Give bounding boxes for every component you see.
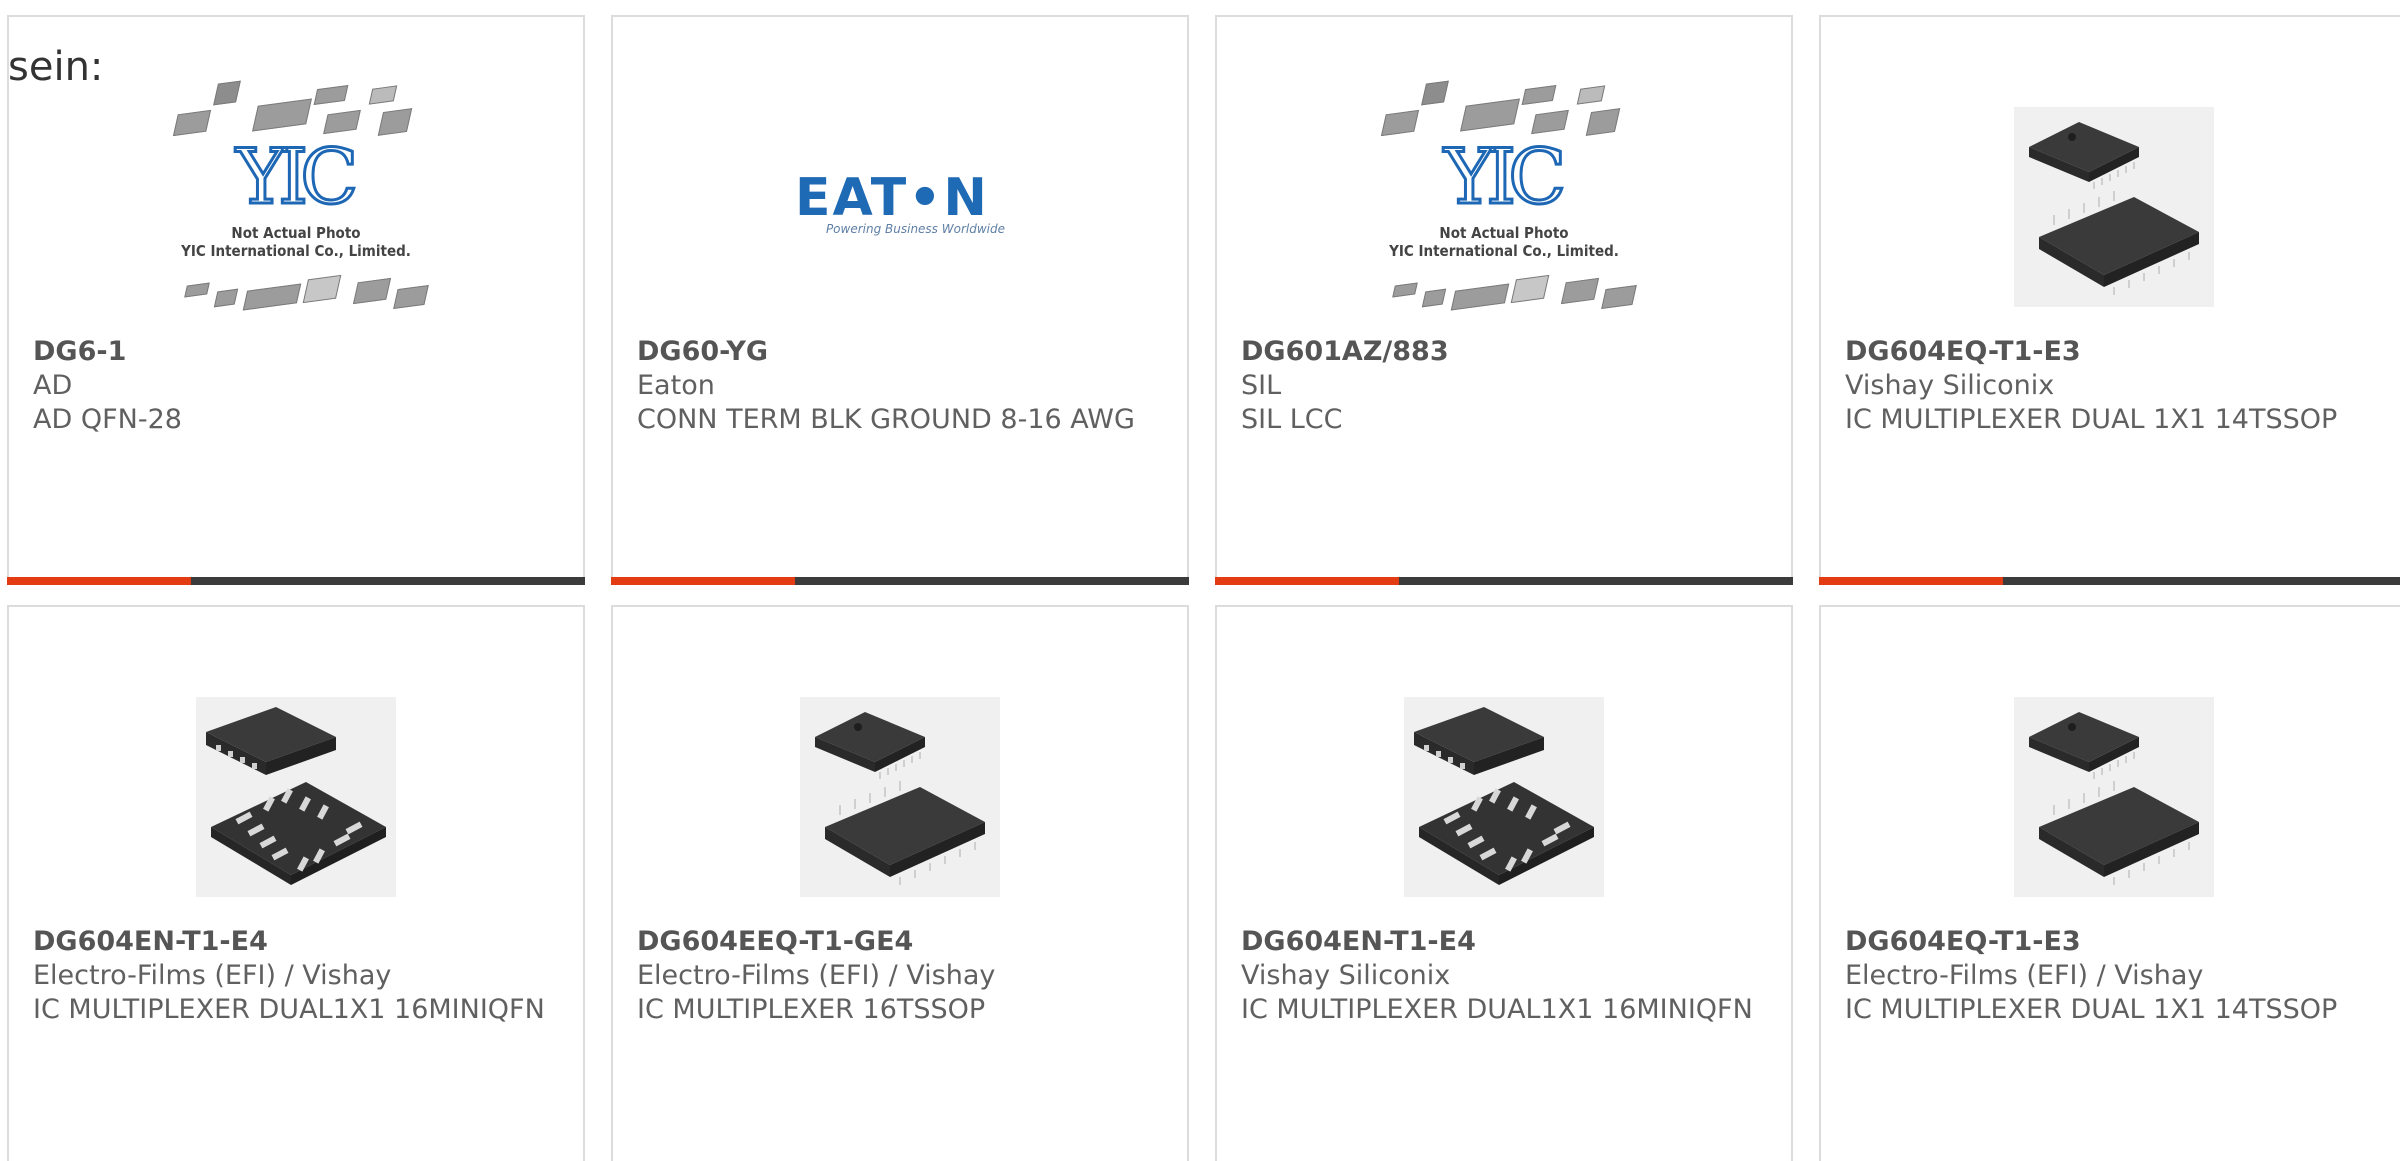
- manufacturer: Vishay Siliconix: [1241, 960, 1451, 991]
- part-number[interactable]: DG601AZ/883: [1241, 335, 1771, 369]
- description: IC MULTIPLEXER DUAL 1X1 14TSSOP: [1845, 404, 2338, 435]
- manufacturer: Electro-Films (EFI) / Vishay: [1845, 960, 2204, 991]
- product-card[interactable]: DG604EN-T1-E4 Vishay Siliconix IC MULTIP…: [1215, 605, 1793, 1161]
- product-image: [1821, 52, 2400, 362]
- manufacturer: Eaton: [637, 370, 715, 401]
- product-card[interactable]: DG604EQ-T1-E3 Electro-Films (EFI) / Vish…: [1819, 605, 2400, 1161]
- description: SIL LCC: [1241, 404, 1343, 435]
- manufacturer: SIL: [1241, 370, 1282, 401]
- card-accent-bar: [611, 577, 795, 585]
- description: IC MULTIPLEXER DUAL1X1 16MINIQFN: [1241, 994, 1753, 1025]
- qfn-chip-photo: [196, 697, 396, 897]
- image-caption: YIC International Co., Limited.: [181, 242, 411, 260]
- part-number[interactable]: DG60-YG: [637, 335, 1167, 369]
- image-caption: Not Actual Photo: [231, 224, 361, 242]
- image-caption: Not Actual Photo: [1439, 224, 1569, 242]
- description: CONN TERM BLK GROUND 8-16 AWG: [637, 404, 1135, 435]
- manufacturer: Electro-Films (EFI) / Vishay: [637, 960, 996, 991]
- description: IC MULTIPLEXER 16TSSOP: [637, 994, 986, 1025]
- part-number[interactable]: DG604EEQ-T1-GE4: [637, 925, 1167, 959]
- product-info: DG601AZ/883 SIL SIL LCC: [1241, 335, 1771, 437]
- eaton-logo: EAT•N Powering Business Worldwide: [795, 172, 1005, 242]
- eaton-logo-text: EAT•N: [795, 168, 989, 228]
- product-info: DG604EQ-T1-E3 Vishay Siliconix IC MULTIP…: [1845, 335, 2387, 437]
- card-bottom-bar: [611, 577, 1189, 585]
- part-number[interactable]: DG604EN-T1-E4: [1241, 925, 1771, 959]
- product-card[interactable]: YIC Not Actual Photo YIC International C…: [1215, 15, 1793, 585]
- description: IC MULTIPLEXER DUAL1X1 16MINIQFN: [33, 994, 545, 1025]
- product-image: YIC Not Actual Photo YIC International C…: [1217, 52, 1791, 362]
- card-bottom-bar: [1819, 577, 2400, 585]
- product-image: [9, 642, 583, 952]
- manufacturer: AD: [33, 370, 73, 401]
- card-accent-bar: [1215, 577, 1399, 585]
- product-info: DG604EQ-T1-E3 Electro-Films (EFI) / Vish…: [1845, 925, 2387, 1027]
- yic-logo: YIC: [235, 132, 360, 221]
- product-image: [1821, 642, 2400, 952]
- description: AD QFN-28: [33, 404, 182, 435]
- card-accent-bar: [7, 577, 191, 585]
- part-number[interactable]: DG604EQ-T1-E3: [1845, 925, 2387, 959]
- eaton-tagline: Powering Business Worldwide: [825, 222, 1005, 236]
- product-grid-page: sein: YIC Not Actual Photo YIC Internati…: [0, 0, 2400, 1161]
- part-number[interactable]: DG604EQ-T1-E3: [1845, 335, 2387, 369]
- manufacturer: Vishay Siliconix: [1845, 370, 2055, 401]
- description: IC MULTIPLEXER DUAL 1X1 14TSSOP: [1845, 994, 2338, 1025]
- yic-placeholder-image: YIC Not Actual Photo YIC International C…: [156, 80, 436, 332]
- card-bottom-bar: [7, 577, 585, 585]
- tssop-chip-photo: [2014, 697, 2214, 897]
- tssop-chip-photo: [800, 697, 1000, 897]
- card-bottom-bar: [1215, 577, 1793, 585]
- section-prefix-text: sein:: [8, 44, 104, 90]
- product-image: [613, 642, 1187, 952]
- product-info: DG604EN-T1-E4 Vishay Siliconix IC MULTIP…: [1241, 925, 1771, 1027]
- product-info: DG60-YG Eaton CONN TERM BLK GROUND 8-16 …: [637, 335, 1167, 437]
- product-info: DG604EEQ-T1-GE4 Electro-Films (EFI) / Vi…: [637, 925, 1167, 1027]
- qfn-chip-photo: [1404, 697, 1604, 897]
- manufacturer: Electro-Films (EFI) / Vishay: [33, 960, 392, 991]
- product-info: DG604EN-T1-E4 Electro-Films (EFI) / Vish…: [33, 925, 563, 1027]
- part-number[interactable]: DG6-1: [33, 335, 563, 369]
- product-card[interactable]: DG604EEQ-T1-GE4 Electro-Films (EFI) / Vi…: [611, 605, 1189, 1161]
- product-card[interactable]: DG604EQ-T1-E3 Vishay Siliconix IC MULTIP…: [1819, 15, 2400, 585]
- product-info: DG6-1 AD AD QFN-28: [33, 335, 563, 437]
- image-caption: YIC International Co., Limited.: [1389, 242, 1619, 260]
- yic-placeholder-image: YIC Not Actual Photo YIC International C…: [1364, 80, 1644, 332]
- product-card[interactable]: DG604EN-T1-E4 Electro-Films (EFI) / Vish…: [7, 605, 585, 1161]
- part-number[interactable]: DG604EN-T1-E4: [33, 925, 563, 959]
- product-image: YIC Not Actual Photo YIC International C…: [9, 52, 583, 362]
- card-accent-bar: [1819, 577, 2003, 585]
- yic-logo: YIC: [1443, 132, 1568, 221]
- tssop-chip-photo: [2014, 107, 2214, 307]
- product-image: [1217, 642, 1791, 952]
- product-card[interactable]: YIC Not Actual Photo YIC International C…: [7, 15, 585, 585]
- product-image: EAT•N Powering Business Worldwide: [613, 52, 1187, 362]
- product-card[interactable]: EAT•N Powering Business Worldwide DG60-Y…: [611, 15, 1189, 585]
